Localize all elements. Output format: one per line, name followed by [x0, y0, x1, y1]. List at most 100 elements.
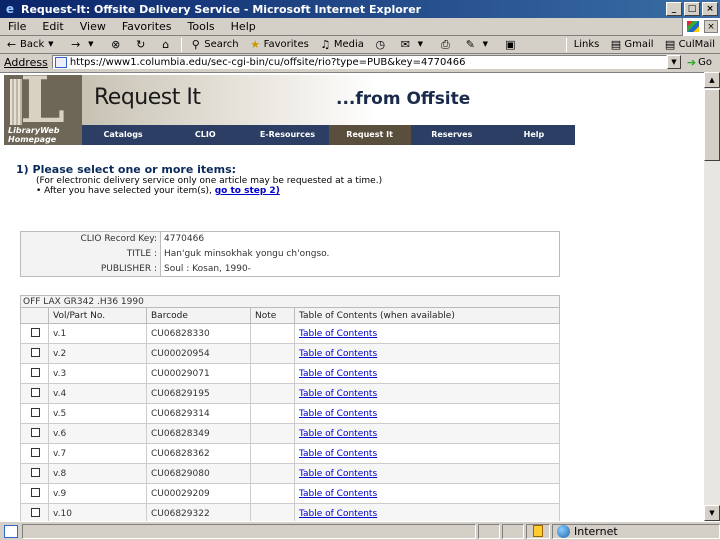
nav-catalogs[interactable]: Catalogs [82, 125, 164, 145]
item-checkbox[interactable] [31, 367, 40, 377]
record-row: TITLE : Han'guk minsokhak yongu ch'ongso. [20, 246, 560, 262]
status-progress-cell [478, 523, 500, 539]
item-checkbox[interactable] [31, 427, 40, 437]
forward-button[interactable]: → ▼ [64, 38, 104, 51]
back-button[interactable]: ← Back ▼ [0, 38, 64, 51]
vol-cell: v.5 [48, 403, 147, 424]
table-of-contents-link[interactable]: Table of Contents [299, 389, 377, 399]
go-button[interactable]: ➔ Go [687, 56, 720, 69]
page-status-icon [4, 524, 18, 538]
table-of-contents-link[interactable]: Table of Contents [299, 469, 377, 479]
menu-edit[interactable]: Edit [34, 20, 71, 33]
note-cell [250, 463, 295, 484]
refresh-button[interactable]: ↻ [129, 38, 154, 51]
vol-cell: v.4 [48, 383, 147, 404]
menu-file[interactable]: File [0, 20, 34, 33]
toc-cell: Table of Contents [294, 403, 560, 424]
table-of-contents-link[interactable]: Table of Contents [299, 329, 377, 339]
note-cell [250, 343, 295, 364]
note-cell [250, 383, 295, 404]
vol-cell: v.2 [48, 343, 147, 364]
table-of-contents-link[interactable]: Table of Contents [299, 349, 377, 359]
item-checkbox[interactable] [31, 447, 40, 457]
nav-e-resources[interactable]: E-Resources [246, 125, 328, 145]
table-of-contents-link[interactable]: Table of Contents [299, 369, 377, 379]
barcode-cell: CU06828362 [146, 443, 251, 464]
mail-icon: ✉ [400, 38, 410, 51]
discuss-icon: ▣ [505, 38, 516, 51]
chevron-down-icon[interactable]: ▼ [84, 38, 97, 51]
vol-cell: v.9 [48, 483, 147, 504]
record-row: CLIO Record Key: 4770466 [20, 231, 560, 247]
chevron-down-icon[interactable]: ▼ [414, 38, 427, 51]
edit-button[interactable]: ✎ ▼ [459, 38, 499, 51]
table-of-contents-link[interactable]: Table of Contents [299, 449, 377, 459]
record-key: TITLE : [20, 246, 161, 262]
item-checkbox[interactable] [31, 327, 40, 337]
libraryweb-homepage-link[interactable]: LibraryWeb Homepage [6, 126, 80, 144]
history-button[interactable]: ◷ [369, 38, 394, 51]
go-label: Go [698, 56, 712, 68]
nav-reserves[interactable]: Reserves [411, 125, 493, 145]
scroll-up-icon[interactable]: ▲ [704, 72, 720, 88]
item-checkbox[interactable] [31, 407, 40, 417]
nav-help[interactable]: Help [493, 125, 575, 145]
toolbar-divider [565, 37, 567, 52]
links-button[interactable]: Links [569, 39, 605, 50]
item-checkbox[interactable] [31, 467, 40, 477]
culmail-link[interactable]: ▤ CulMail [659, 38, 720, 51]
home-button[interactable]: ⌂ [154, 38, 179, 51]
table-of-contents-link[interactable]: Table of Contents [299, 489, 377, 499]
stop-button[interactable]: ⊗ [104, 38, 129, 51]
step-note: (For electronic delivery service only on… [36, 176, 383, 186]
table-row: v.5 CU06829314 Table of Contents [20, 403, 560, 424]
security-cell [526, 523, 550, 539]
note-cell [250, 403, 295, 424]
select-cell [20, 483, 49, 504]
libraryweb-logo[interactable]: L LibraryWeb Homepage [4, 73, 82, 145]
chevron-down-icon[interactable]: ▼ [44, 38, 57, 51]
close-button[interactable]: × [702, 2, 718, 16]
search-button[interactable]: ⚲ Search [184, 38, 243, 51]
address-dropdown-icon[interactable]: ▼ [666, 55, 681, 69]
scroll-thumb[interactable] [704, 89, 720, 161]
table-of-contents-link[interactable]: Table of Contents [299, 409, 377, 419]
item-checkbox[interactable] [31, 387, 40, 397]
chevron-down-icon[interactable]: ▼ [479, 38, 492, 51]
media-button[interactable]: ♫ Media [314, 38, 369, 51]
step-instructions: 1) Please select one or more items: (For… [16, 163, 576, 196]
menu-view[interactable]: View [72, 20, 114, 33]
maximize-button[interactable]: □ [684, 2, 700, 16]
mail-button[interactable]: ✉ ▼ [394, 38, 434, 51]
barcode-cell: CU06829080 [146, 463, 251, 484]
record-value: Soul : Kosan, 1990- [160, 261, 560, 277]
item-checkbox[interactable] [31, 487, 40, 497]
item-checkbox[interactable] [31, 507, 40, 517]
vol-cell: v.7 [48, 443, 147, 464]
address-input[interactable]: https://www1.columbia.edu/sec-cgi-bin/cu… [51, 55, 667, 69]
address-url: https://www1.columbia.edu/sec-cgi-bin/cu… [69, 56, 466, 68]
gmail-link[interactable]: ▤ Gmail [604, 38, 658, 51]
step-after-text: • After you have selected your item(s), [36, 186, 212, 196]
record-key: CLIO Record Key: [20, 231, 161, 247]
refresh-icon: ↻ [136, 38, 146, 51]
discuss-button[interactable]: ▣ [499, 38, 524, 51]
menubar-close-icon[interactable]: × [704, 20, 718, 33]
nav-request-it[interactable]: Request It [328, 125, 411, 145]
go-to-step-2-link[interactable]: go to step 2) [215, 186, 280, 196]
minimize-button[interactable]: _ [666, 2, 682, 16]
table-of-contents-link[interactable]: Table of Contents [299, 429, 377, 439]
favorites-button[interactable]: ★ Favorites [244, 38, 314, 51]
table-of-contents-link[interactable]: Table of Contents [299, 509, 377, 519]
nav-clio[interactable]: CLIO [164, 125, 246, 145]
print-button[interactable]: ⎙ [434, 38, 459, 51]
menu-help[interactable]: Help [223, 20, 264, 33]
menu-tools[interactable]: Tools [180, 20, 223, 33]
vertical-scrollbar[interactable]: ▲ ▼ [704, 72, 720, 521]
toc-cell: Table of Contents [294, 483, 560, 504]
menu-favorites[interactable]: Favorites [114, 20, 180, 33]
scroll-down-icon[interactable]: ▼ [704, 505, 720, 521]
item-checkbox[interactable] [31, 347, 40, 357]
toc-cell: Table of Contents [294, 343, 560, 364]
banner-request-it: Request It [94, 85, 201, 110]
